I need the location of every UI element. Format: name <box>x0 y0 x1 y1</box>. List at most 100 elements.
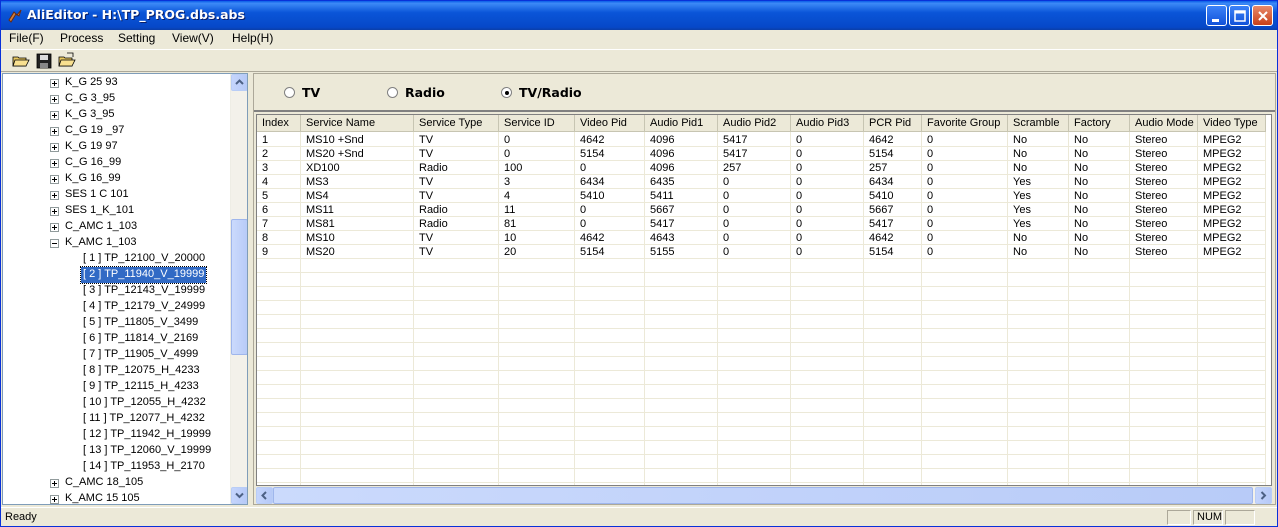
table-cell: Stereo <box>1135 176 1168 188</box>
table-cell: No <box>1074 246 1089 258</box>
column-header[interactable]: Audio Pid3 <box>791 115 864 132</box>
open-folder-button[interactable] <box>11 52 31 70</box>
table-cell: Stereo <box>1135 246 1168 258</box>
maximize-button[interactable] <box>1229 5 1250 26</box>
table-row[interactable]: 4 MS3 TV 3 6434 6435 0 0 6434 0 Yes No Stereo MPEG2 <box>257 175 1266 189</box>
table-row[interactable]: 8 MS10 TV 10 4642 4643 0 0 4642 0 No No Stereo MPEG2 <box>257 231 1266 245</box>
app-icon <box>8 9 22 23</box>
table-cell: MS20 <box>306 246 335 258</box>
table-cell: TV <box>419 134 434 146</box>
table-cell: MPEG2 <box>1203 190 1242 202</box>
table-cell: No <box>1074 204 1089 216</box>
table-cell: 5410 <box>869 190 894 202</box>
table-cell: 257 <box>869 162 888 174</box>
expand-plus-icon[interactable] <box>50 175 59 184</box>
table-cell: MPEG2 <box>1203 204 1242 216</box>
column-header[interactable]: PCR Pid <box>864 115 922 132</box>
expand-plus-icon[interactable] <box>50 79 59 88</box>
transponder-tree[interactable]: K_G 25 93 C_G 3_95 K_G 3_95 C_G 19 _97 K_G 1… <box>2 73 248 505</box>
grid-line <box>257 370 1266 371</box>
table-cell: Stereo <box>1135 148 1168 160</box>
expand-plus-icon[interactable] <box>50 95 59 104</box>
grid-line <box>257 482 1266 483</box>
expand-plus-icon[interactable] <box>50 207 59 216</box>
close-button[interactable] <box>1252 5 1273 26</box>
minimize-button[interactable] <box>1206 5 1227 26</box>
table-row[interactable]: 7 MS81 Radio 81 0 5417 0 0 5417 0 Yes No Stereo MPEG2 <box>257 217 1266 231</box>
scroll-right-button[interactable] <box>1255 487 1272 504</box>
column-header[interactable]: Index <box>257 115 301 132</box>
scroll-up-button[interactable] <box>231 74 247 91</box>
status-num: NUM <box>1193 510 1223 525</box>
tree-item-label: SES 1 C 101 <box>65 188 129 200</box>
column-header[interactable]: Video Pid <box>575 115 645 132</box>
menu-process[interactable]: Process <box>57 31 106 47</box>
scroll-down-icon <box>235 492 244 499</box>
table-cell: 257 <box>723 162 742 174</box>
table-cell: 0 <box>927 204 934 216</box>
grid-line <box>257 384 1266 385</box>
table-cell: 0 <box>723 190 730 202</box>
table-row[interactable]: 9 MS20 TV 20 5154 5155 0 0 5154 0 No No Stereo MPEG2 <box>257 245 1266 259</box>
collapse-minus-icon[interactable] <box>50 239 59 248</box>
table-cell: Radio <box>419 204 448 216</box>
tree-item-label: SES 1_K_101 <box>65 204 135 216</box>
grid-line <box>257 412 1266 413</box>
tree-vertical-scrollbar[interactable] <box>230 74 247 504</box>
column-header[interactable]: Service Type <box>414 115 499 132</box>
column-header[interactable]: Video Type <box>1198 115 1266 132</box>
table-cell: Stereo <box>1135 204 1168 216</box>
services-table[interactable]: Index Service Name Service Type Service ID V… <box>256 114 1272 486</box>
table-cell: 5417 <box>869 218 894 230</box>
expand-plus-icon[interactable] <box>50 191 59 200</box>
table-cell: 4642 <box>869 134 894 146</box>
grid-line <box>257 454 1266 455</box>
table-cell: 5411 <box>650 190 674 202</box>
save-button[interactable] <box>34 52 54 70</box>
tree-scroll-thumb[interactable] <box>231 219 247 355</box>
column-header[interactable]: Service Name <box>301 115 414 132</box>
scroll-down-button[interactable] <box>231 487 247 504</box>
table-cell: 0 <box>927 246 934 258</box>
menu-view[interactable]: View(V) <box>169 31 217 47</box>
column-header[interactable]: Audio Pid2 <box>718 115 791 132</box>
save-icon <box>36 53 52 69</box>
menu-bar: File(F) Process Setting View(V) Help(H) <box>1 30 1277 48</box>
tree-item-label: K_G 19 97 <box>65 140 118 152</box>
column-header[interactable]: Audio Pid1 <box>645 115 718 132</box>
menu-file[interactable]: File(F) <box>6 31 47 47</box>
table-row[interactable]: 6 MS11 Radio 11 0 5667 0 0 5667 0 Yes No Stereo MPEG2 <box>257 203 1266 217</box>
expand-plus-icon[interactable] <box>50 223 59 232</box>
table-cell: No <box>1074 176 1089 188</box>
table-row[interactable]: 3 XD100 Radio 100 0 4096 257 0 257 0 No No Stereo MPE… <box>257 161 1266 175</box>
expand-plus-icon[interactable] <box>50 127 59 136</box>
table-row[interactable]: 5 MS4 TV 4 5410 5411 0 0 5410 0 Yes No Stereo MPEG2 <box>257 189 1266 203</box>
expand-plus-icon[interactable] <box>50 111 59 120</box>
expand-plus-icon[interactable] <box>50 479 59 488</box>
table-cell: 0 <box>796 176 803 188</box>
column-header[interactable]: Service ID <box>499 115 575 132</box>
table-cell: 0 <box>580 204 587 216</box>
title-bar[interactable]: AliEditor - H:\TP_PROG.dbs.abs <box>1 1 1277 30</box>
expand-plus-icon[interactable] <box>50 495 59 504</box>
table-row[interactable]: 1 MS10 +Snd TV 0 4642 4096 5417 0 4642 0 No No Stere… <box>257 133 1266 147</box>
table-cell: 6435 <box>650 176 675 188</box>
column-header[interactable]: Favorite Group <box>922 115 1008 132</box>
table-horizontal-scrollbar[interactable] <box>256 487 1272 504</box>
scroll-left-button[interactable] <box>256 487 273 504</box>
scroll-up-icon <box>235 79 244 85</box>
menu-setting[interactable]: Setting <box>115 31 158 47</box>
open-file-button[interactable] <box>57 52 77 70</box>
table-scroll-thumb[interactable] <box>273 487 1253 504</box>
expand-plus-icon[interactable] <box>50 159 59 168</box>
table-cell: 5155 <box>650 246 675 258</box>
table-row[interactable]: 2 MS20 +Snd TV 0 5154 4096 5417 0 5154 0 No No Stere… <box>257 147 1266 161</box>
column-header[interactable]: Factory <box>1069 115 1130 132</box>
table-cell: 0 <box>927 190 934 202</box>
column-header[interactable]: Audio Mode <box>1130 115 1198 132</box>
expand-plus-icon[interactable] <box>50 143 59 152</box>
column-header[interactable]: Scramble <box>1008 115 1069 132</box>
table-cell: MS81 <box>306 218 335 230</box>
table-cell: 0 <box>796 204 803 216</box>
menu-help[interactable]: Help(H) <box>229 31 276 47</box>
